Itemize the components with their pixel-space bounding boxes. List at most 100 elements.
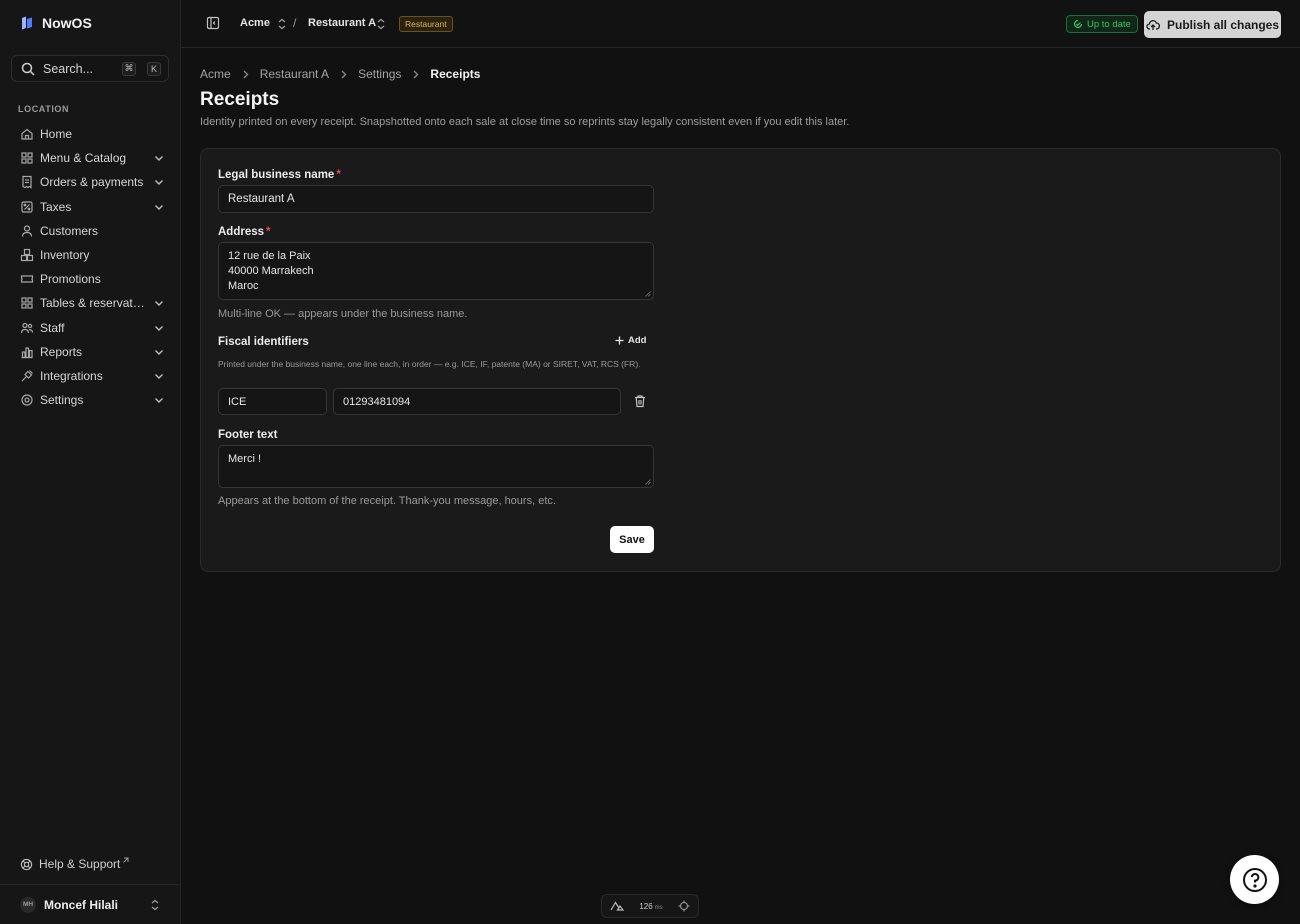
- perf-widget[interactable]: 126 ms: [601, 894, 699, 918]
- boxes-icon: [20, 248, 34, 262]
- org-switcher[interactable]: Acme: [240, 17, 270, 29]
- sidebar-item-label: Staff: [40, 320, 65, 335]
- perf-readout: 126 ms: [639, 902, 662, 911]
- sidebar-item-staff[interactable]: Staff: [11, 316, 171, 340]
- sidebar-item-menu-catalog[interactable]: Menu & Catalog: [11, 146, 171, 170]
- breadcrumb-item-settings[interactable]: Settings: [358, 67, 401, 81]
- sidebar-toggle-icon[interactable]: [206, 16, 220, 30]
- home-icon: [21, 128, 33, 140]
- fiscal-key-input[interactable]: ICE: [218, 388, 327, 415]
- plus-icon: [615, 336, 624, 345]
- sidebar-item-label: Customers: [40, 223, 99, 238]
- address-label: Address *: [218, 226, 271, 238]
- status-badge: Up to date: [1066, 15, 1138, 33]
- footer-textarea[interactable]: Merci !: [218, 445, 654, 488]
- external-link-icon: [123, 857, 129, 863]
- target-icon: [678, 900, 690, 912]
- layout-grid-icon: [21, 297, 33, 310]
- sidebar-item-customers[interactable]: Customers: [11, 219, 171, 243]
- plug-icon: [21, 370, 33, 382]
- users-icon: [20, 322, 34, 333]
- publish-label: Publish all changes: [1166, 17, 1280, 32]
- bar-chart-icon: [21, 347, 33, 358]
- sidebar-item-label: Home: [40, 127, 73, 142]
- add-label: Add: [628, 335, 647, 346]
- status-text: Up to date: [1087, 18, 1131, 30]
- chevron-right-icon: [341, 70, 347, 78]
- add-fiscal-button[interactable]: Add: [615, 335, 646, 346]
- business-name-input[interactable]: Restaurant A: [218, 185, 654, 213]
- help-button[interactable]: [1230, 855, 1279, 904]
- shortcut-key-cmd: ⌘: [122, 61, 136, 76]
- help-label: Help & Support: [39, 857, 121, 871]
- footer-label: Footer text: [218, 429, 278, 441]
- sidebar-item-tables-reservations[interactable]: Tables & reservations: [11, 291, 171, 315]
- app-name: NowOS: [42, 15, 92, 31]
- sidebar-item-inventory[interactable]: Inventory: [11, 243, 171, 267]
- search-placeholder: Search...: [43, 61, 94, 76]
- sidebar-item-orders-payments[interactable]: Orders & payments: [11, 170, 171, 194]
- required-mark: *: [266, 226, 271, 238]
- section-label-location: LOCATION: [18, 104, 70, 114]
- receipt-icon: [22, 176, 32, 190]
- chevron-right-icon: [243, 70, 249, 78]
- fiscal-value-input[interactable]: 01293481094: [333, 388, 621, 415]
- chevron-down-icon: [155, 156, 163, 162]
- help-support-link[interactable]: Help & Support: [20, 857, 129, 871]
- sidebar-item-integrations[interactable]: Integrations: [11, 364, 171, 388]
- breadcrumb-item-current: Receipts: [430, 67, 481, 81]
- sidebar-item-taxes[interactable]: Taxes: [11, 195, 171, 219]
- user-name: Moncef Hilali: [44, 897, 119, 912]
- cloud-upload-icon: [1146, 19, 1160, 30]
- sidebar-item-label: Settings: [40, 393, 84, 408]
- sidebar-item-home[interactable]: Home: [11, 122, 171, 146]
- sidebar-item-label: Reports: [40, 344, 83, 359]
- address-line: 12 rue de la Paix: [228, 250, 311, 262]
- resize-handle-icon[interactable]: [645, 479, 651, 485]
- gear-icon: [21, 394, 33, 406]
- org-chevrons-up-down-icon[interactable]: [277, 18, 287, 30]
- shortcut-key-k: K: [147, 61, 161, 76]
- chevron-down-icon: [155, 398, 163, 404]
- publish-all-button[interactable]: Publish all changes: [1144, 11, 1281, 38]
- business-name-label-text: Legal business name: [218, 169, 335, 181]
- business-name-label: Legal business name *: [218, 169, 341, 181]
- chevron-right-icon: [413, 70, 419, 78]
- sidebar-item-reports[interactable]: Reports: [11, 340, 171, 364]
- user-icon: [21, 225, 33, 237]
- avatar: MH: [20, 896, 36, 913]
- required-mark: *: [336, 169, 341, 181]
- location-type-badge: Restaurant: [399, 16, 453, 32]
- resize-handle-icon[interactable]: [645, 291, 651, 297]
- sidebar-item-label: Orders & payments: [40, 175, 144, 190]
- sidebar-item-promotions[interactable]: Promotions: [11, 267, 171, 291]
- user-menu[interactable]: MH Moncef Hilali: [0, 884, 180, 924]
- address-hint: Multi-line OK — appears under the busine…: [218, 308, 468, 320]
- page-description: Identity printed on every receipt. Snaps…: [200, 116, 850, 128]
- location-chevrons-up-down-icon[interactable]: [376, 18, 386, 30]
- address-line: Maroc: [228, 280, 259, 292]
- breadcrumb-item-restaurant[interactable]: Restaurant A: [260, 67, 329, 81]
- brand[interactable]: NowOS: [20, 15, 92, 31]
- question-mark-icon: [1242, 867, 1267, 892]
- receipt-settings-card: Legal business name * Restaurant A Addres…: [200, 148, 1281, 572]
- address-textarea[interactable]: 12 rue de la Paix 40000 Marrakech Maroc: [218, 242, 654, 300]
- breadcrumb-item-acme[interactable]: Acme: [200, 67, 231, 81]
- search-input[interactable]: Search... ⌘ K: [11, 55, 169, 82]
- sidebar-item-settings[interactable]: Settings: [11, 388, 171, 412]
- topbar: Acme / Restaurant A Restaurant Up to dat…: [181, 0, 1300, 48]
- grid-icon: [21, 152, 33, 164]
- trash-icon[interactable]: [633, 394, 647, 408]
- perf-value: 126: [639, 901, 653, 911]
- location-switcher[interactable]: Restaurant A: [308, 17, 376, 29]
- chevron-down-icon: [155, 373, 163, 379]
- sidebar: NowOS Search... ⌘ K LOCATION Home Menu &…: [0, 0, 181, 924]
- save-button[interactable]: Save: [610, 526, 654, 553]
- nowos-logo-icon: [20, 15, 34, 31]
- search-icon: [21, 62, 35, 76]
- footer-hint: Appears at the bottom of the receipt. Th…: [218, 495, 556, 507]
- sidebar-item-label: Integrations: [40, 368, 103, 383]
- chevron-down-icon: [155, 325, 163, 331]
- footer-text-value: Merci !: [228, 453, 261, 465]
- perf-unit: ms: [654, 904, 663, 911]
